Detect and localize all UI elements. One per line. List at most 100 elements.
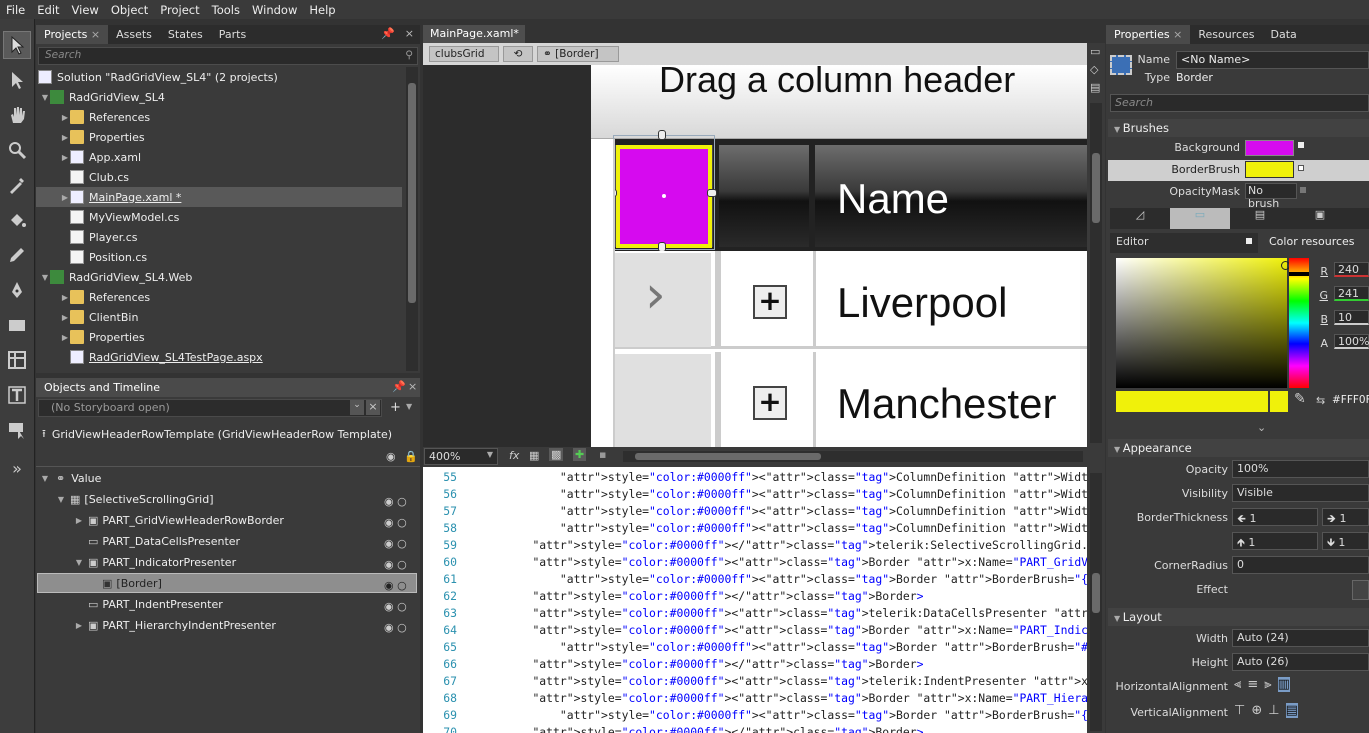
scope-up-icon[interactable]: ⭱ (42, 425, 46, 444)
expand-row-icon[interactable]: + (753, 386, 787, 420)
menu-view[interactable]: View (66, 3, 105, 17)
tree-item-position-cs[interactable]: Position.cs (60, 247, 147, 267)
tree-item-value[interactable]: ▼ ⚭ Value (40, 468, 102, 488)
menu-object[interactable]: Object (105, 3, 154, 17)
tree-item-references[interactable]: ▶ References (60, 107, 150, 127)
expand-arrow-icon[interactable]: ▶ (60, 113, 70, 122)
name-field[interactable]: <No Name> (1176, 51, 1369, 69)
tree-item-indentpresenter[interactable]: ▭ PART_IndentPresenter (74, 594, 223, 614)
pen-tool-icon[interactable] (3, 276, 31, 304)
panel-close-icon[interactable]: × (399, 25, 420, 44)
code-line[interactable]: 69 "attr">style="color:#0000ff"><"attr">… (423, 708, 1087, 725)
code-line[interactable]: 64 "attr">style="color:#0000ff"><"attr">… (423, 623, 1087, 640)
zoom-combo[interactable]: 400% ▼ (424, 448, 498, 465)
advanced-options-icon[interactable] (1298, 142, 1304, 148)
tab-data[interactable]: Data (1263, 25, 1305, 44)
tab-assets[interactable]: Assets (108, 25, 160, 44)
grid-row-1[interactable]: › + Liverpool (591, 251, 1087, 349)
expand-arrow-icon[interactable]: ▶ (60, 153, 70, 162)
projects-scrollbar[interactable] (406, 67, 418, 371)
eyedropper-tool-icon[interactable] (3, 171, 31, 199)
code-line[interactable]: 70 "attr">style="color:#0000ff"></"attr"… (423, 725, 923, 733)
assets-expand-icon[interactable]: » (3, 454, 31, 482)
scroll-thumb[interactable] (635, 453, 821, 460)
snap-to-grid-icon[interactable]: ▩ (549, 448, 564, 461)
layout-section-header[interactable]: ▼ Layout (1108, 608, 1369, 626)
effects-icon[interactable]: fx (509, 449, 519, 462)
storyboard-picker[interactable]: (No Storyboard open) (38, 399, 382, 417)
code-line[interactable]: 59 "attr">style="color:#0000ff"></"attr"… (423, 538, 1087, 555)
storyboard-options-icon[interactable]: ▼ (406, 402, 412, 411)
code-vertical-scrollbar[interactable] (1090, 473, 1102, 731)
lock-icon[interactable]: 🔒 (404, 450, 418, 463)
paint-bucket-tool-icon[interactable] (3, 206, 31, 234)
menu-file[interactable]: File (0, 3, 31, 17)
cornerradius-field[interactable]: 0 (1232, 556, 1369, 574)
expand-arrow-icon[interactable]: ▶ (60, 193, 70, 202)
tree-item-datacellspresenter[interactable]: ▭ PART_DataCellsPresenter (74, 531, 240, 551)
tab-parts[interactable]: Parts (211, 25, 254, 44)
tab-properties[interactable]: Properties × (1106, 25, 1191, 44)
tab-resources[interactable]: Resources (1190, 25, 1262, 44)
bt-top-field[interactable]: 🡹 1 (1232, 532, 1318, 550)
zoom-tool-icon[interactable] (3, 136, 31, 164)
code-line[interactable]: 62 "attr">style="color:#0000ff"></"attr"… (423, 589, 923, 606)
expand-arrow-icon[interactable]: ▶ (60, 313, 70, 322)
hue-handle[interactable] (1289, 272, 1309, 276)
align-right-icon[interactable]: ⫸ (1264, 677, 1271, 692)
tree-item-testpage-aspx[interactable]: RadGridView_SL4TestPage.aspx (60, 347, 263, 367)
background-swatch[interactable] (1245, 140, 1294, 156)
tab-states[interactable]: States (160, 25, 211, 44)
projects-search-input[interactable]: Search ⚲ (38, 47, 418, 65)
visibility-dropdown[interactable]: Visible (1232, 484, 1369, 502)
code-line[interactable]: 55 "attr">style="color:#0000ff"><"attr">… (423, 470, 1087, 487)
borderbrush-swatch[interactable] (1245, 161, 1294, 178)
expand-arrow-icon[interactable]: ▼ (40, 474, 50, 483)
text-tool-icon[interactable] (3, 381, 31, 409)
xaml-code-editor[interactable]: 55 "attr">style="color:#0000ff"><"attr">… (423, 467, 1087, 733)
pan-tool-icon[interactable] (3, 101, 31, 129)
bt-bottom-field[interactable]: 🡻 1 (1322, 532, 1369, 550)
close-storyboard-icon[interactable]: × (366, 400, 380, 415)
snap-to-snaplines-icon[interactable]: ✚ (573, 448, 587, 461)
expand-arrow-icon[interactable]: ▼ (56, 495, 66, 504)
code-line[interactable]: 66 "attr">style="color:#0000ff"></"attr"… (423, 657, 923, 674)
color-swap-icon[interactable]: ⇆ (1316, 394, 1325, 407)
artboard-vertical-scrollbar[interactable] (1090, 103, 1102, 443)
editor-tab[interactable]: Editor (1110, 233, 1258, 253)
annotations-icon[interactable]: ▪ (599, 448, 606, 461)
no-brush-icon[interactable]: ◿ (1110, 208, 1170, 229)
resize-handle-right[interactable] (707, 189, 717, 197)
tree-item-border-selected[interactable]: ▣ [Border] (37, 573, 417, 593)
template-breadcrumb-icon[interactable]: ⟲ (503, 46, 533, 62)
menu-tools[interactable]: Tools (206, 3, 246, 17)
breadcrumb-clubsgrid[interactable]: clubsGrid (429, 46, 499, 62)
align-vstretch-icon[interactable]: ▤ (1285, 703, 1298, 718)
gradient-brush-icon[interactable]: ▤ (1230, 208, 1290, 229)
bt-left-field[interactable]: 🡸 1 (1232, 508, 1318, 526)
pin-icon[interactable]: 📌 (392, 380, 406, 393)
tree-item-solution[interactable]: Solution "RadGridView_SL4" (2 projects) (38, 67, 278, 87)
visibility-eye-icon[interactable]: ◉ (386, 450, 396, 463)
tree-item-app-xaml[interactable]: ▶ App.xaml (60, 147, 141, 167)
solid-brush-icon[interactable]: ▭ (1170, 208, 1230, 229)
expand-editor-icon[interactable]: ⌄ (1257, 421, 1266, 434)
split-view-icon[interactable]: ▤ (1090, 81, 1100, 94)
breadcrumb-border[interactable]: ⚭ [Border] (537, 46, 619, 62)
horizontal-scrollbar[interactable] (623, 451, 1083, 462)
tab-mainpage[interactable]: MainPage.xaml* × (423, 25, 525, 53)
code-line[interactable]: 56 "attr">style="color:#0000ff"><"attr">… (423, 487, 1087, 504)
tree-item-club-cs[interactable]: Club.cs (60, 167, 129, 187)
expand-row-icon[interactable]: + (753, 285, 787, 319)
align-bottom-icon[interactable]: ⊥ (1268, 703, 1279, 718)
design-artboard[interactable]: Drag a column header Name › + Liverpool (423, 65, 1087, 447)
align-middle-icon[interactable]: ⊕ (1251, 703, 1262, 718)
tree-item-project[interactable]: ▼ RadGridView_SL4 (40, 87, 165, 107)
a-field[interactable]: 100% (1334, 334, 1369, 349)
menu-help[interactable]: Help (303, 3, 341, 17)
bt-right-field[interactable]: 🡺 1 (1322, 508, 1369, 526)
saturation-value-picker[interactable] (1116, 258, 1290, 388)
tile-brush-icon[interactable]: ▣ (1290, 208, 1350, 229)
align-top-icon[interactable]: ⊤ (1234, 703, 1245, 718)
control-tool-icon[interactable] (3, 416, 31, 444)
